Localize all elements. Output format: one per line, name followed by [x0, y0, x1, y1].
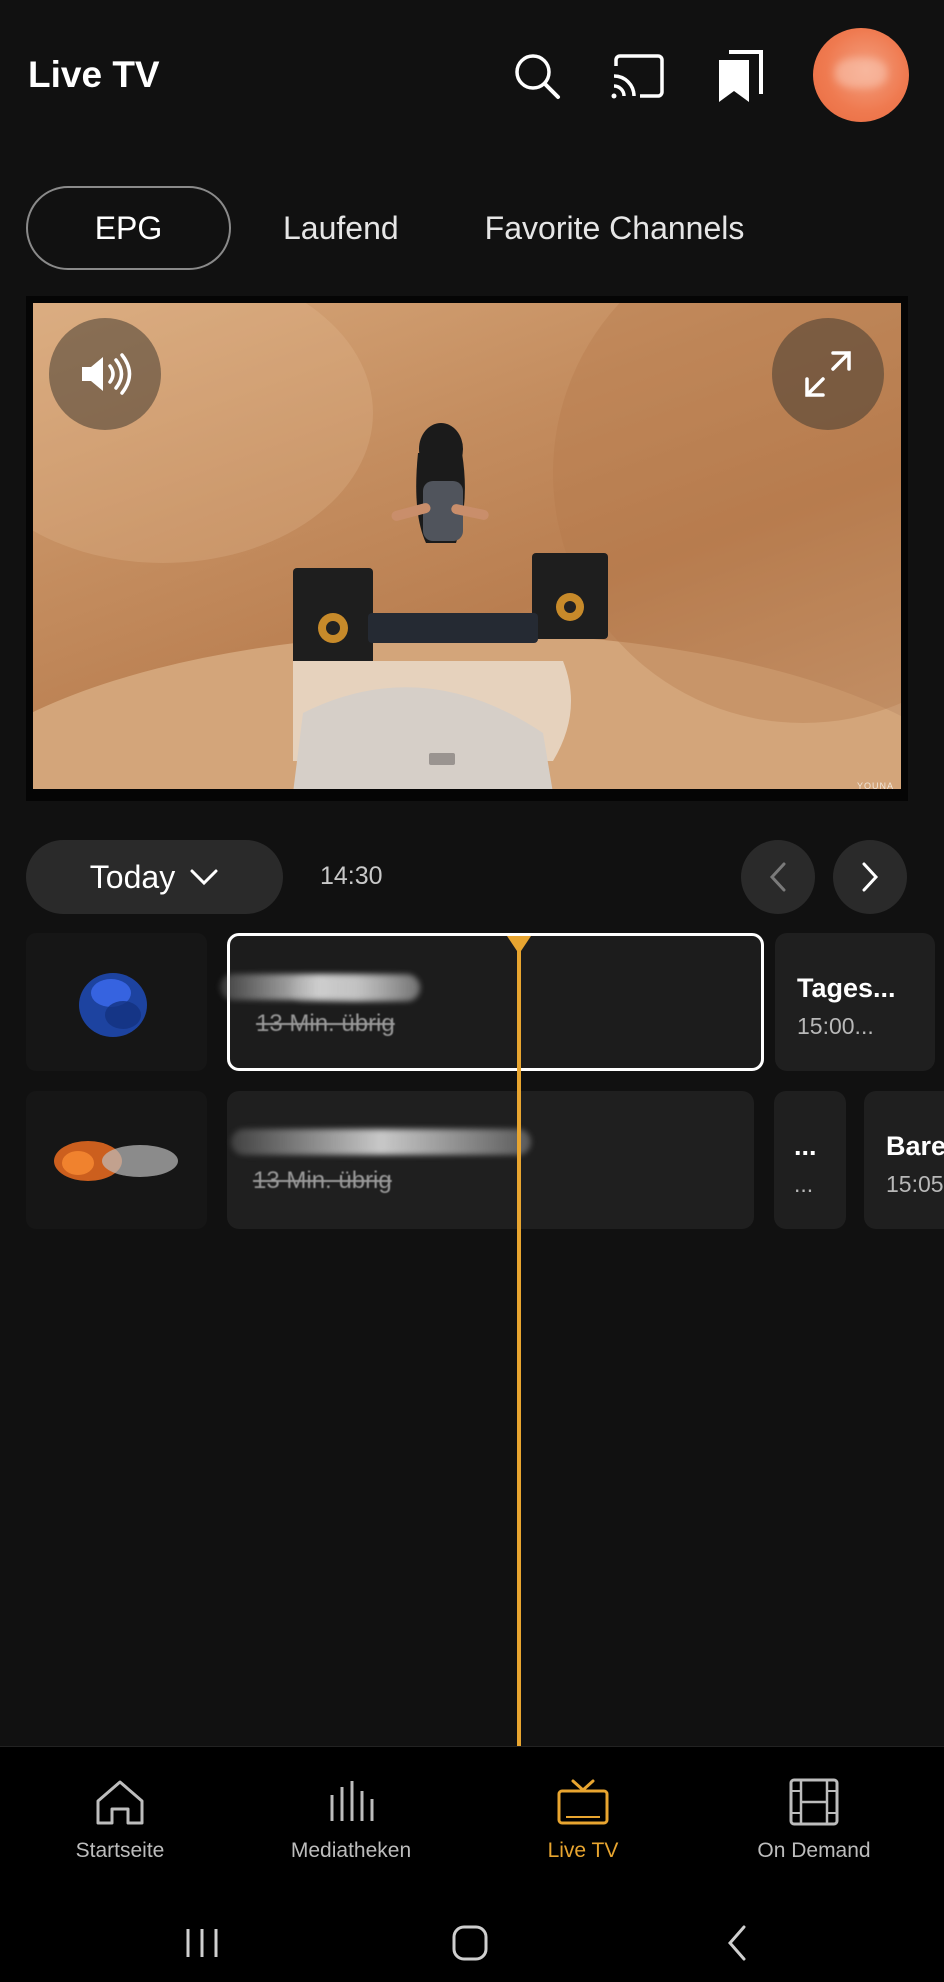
cast-icon[interactable]	[608, 46, 668, 106]
day-label: Today	[89, 858, 176, 895]
program-current[interactable]: 13 Min. übrig	[220, 933, 764, 1071]
channel-logo-image	[54, 1141, 178, 1181]
tab-laufend[interactable]: Laufend	[283, 186, 399, 270]
day-selector[interactable]: Today	[26, 840, 283, 914]
current-time-label: 14:30	[320, 862, 383, 890]
avatar[interactable]	[813, 28, 909, 122]
video-watermark: YOUNA	[856, 781, 894, 791]
video-frame[interactable]	[33, 303, 901, 789]
next-button[interactable]	[833, 840, 907, 914]
tab-favorite-channels[interactable]: Favorite Channels	[485, 186, 745, 270]
program-title: Bare	[886, 1131, 944, 1161]
nav-on-demand[interactable]: On Demand	[714, 1777, 914, 1863]
program-current[interactable]: 13 Min. übrig	[227, 1091, 754, 1229]
tv-icon	[557, 1779, 609, 1825]
program-title-redacted	[290, 976, 420, 1002]
program-time: 15:00...	[797, 1013, 874, 1039]
volume-button[interactable]	[49, 318, 161, 430]
tab-bar: EPG Laufend Favorite Channels	[26, 186, 744, 270]
chevron-left-icon	[769, 862, 786, 892]
back-icon	[728, 1925, 746, 1961]
current-time-marker	[507, 936, 531, 954]
home-system-button[interactable]	[440, 1913, 500, 1973]
app-header: Live TV	[0, 0, 944, 160]
program-title: ...	[794, 1131, 817, 1161]
nav-label: Startseite	[75, 1839, 165, 1862]
channel-logo-image	[79, 973, 147, 1037]
nav-startseite[interactable]: Startseite	[20, 1777, 220, 1863]
schedule-controls: Today 14:30	[26, 840, 908, 914]
recent-apps-button[interactable]	[172, 1913, 232, 1973]
fullscreen-icon	[805, 351, 851, 397]
home-system-icon	[452, 1925, 488, 1961]
nav-live-tv[interactable]: Live TV	[483, 1777, 683, 1863]
program-next[interactable]: Bare 15:05	[864, 1091, 944, 1229]
program-next[interactable]: Tages... 15:00...	[775, 933, 935, 1071]
current-time-indicator	[517, 938, 521, 1746]
bookmarks-icon[interactable]	[711, 46, 771, 106]
program-next[interactable]: ... ...	[774, 1091, 846, 1229]
program-time: ...	[794, 1171, 814, 1197]
dj-scene-illustration	[293, 423, 608, 789]
bottom-navigation: Startseite Mediatheken Live TV On Demand	[0, 1746, 944, 1982]
recent-apps-icon	[186, 1929, 218, 1957]
volume-icon	[82, 353, 132, 395]
video-player[interactable]: YOUNA	[26, 296, 908, 801]
program-title-redacted	[231, 1129, 531, 1155]
fullscreen-button[interactable]	[772, 318, 884, 430]
program-remaining: 13 Min. übrig	[253, 1167, 392, 1194]
chevron-right-icon	[862, 862, 879, 892]
program-remaining: 13 Min. übrig	[256, 1010, 395, 1037]
home-icon	[96, 1780, 144, 1825]
previous-button[interactable]	[741, 840, 815, 914]
page-title: Live TV	[28, 54, 160, 95]
tab-epg[interactable]: EPG	[26, 186, 231, 270]
back-system-button[interactable]	[707, 1913, 767, 1973]
nav-label: Mediatheken	[290, 1839, 412, 1862]
nav-label: Live TV	[547, 1839, 619, 1862]
library-icon	[330, 1781, 374, 1821]
channel-logo[interactable]	[26, 933, 207, 1071]
film-icon	[789, 1778, 839, 1826]
program-time: 15:05	[886, 1171, 944, 1197]
chevron-down-icon	[190, 869, 218, 886]
program-title: Tages...	[797, 973, 896, 1003]
search-icon[interactable]	[507, 46, 567, 106]
nav-mediatheken[interactable]: Mediatheken	[251, 1777, 451, 1863]
nav-label: On Demand	[757, 1839, 871, 1862]
channel-logo[interactable]	[26, 1091, 207, 1229]
